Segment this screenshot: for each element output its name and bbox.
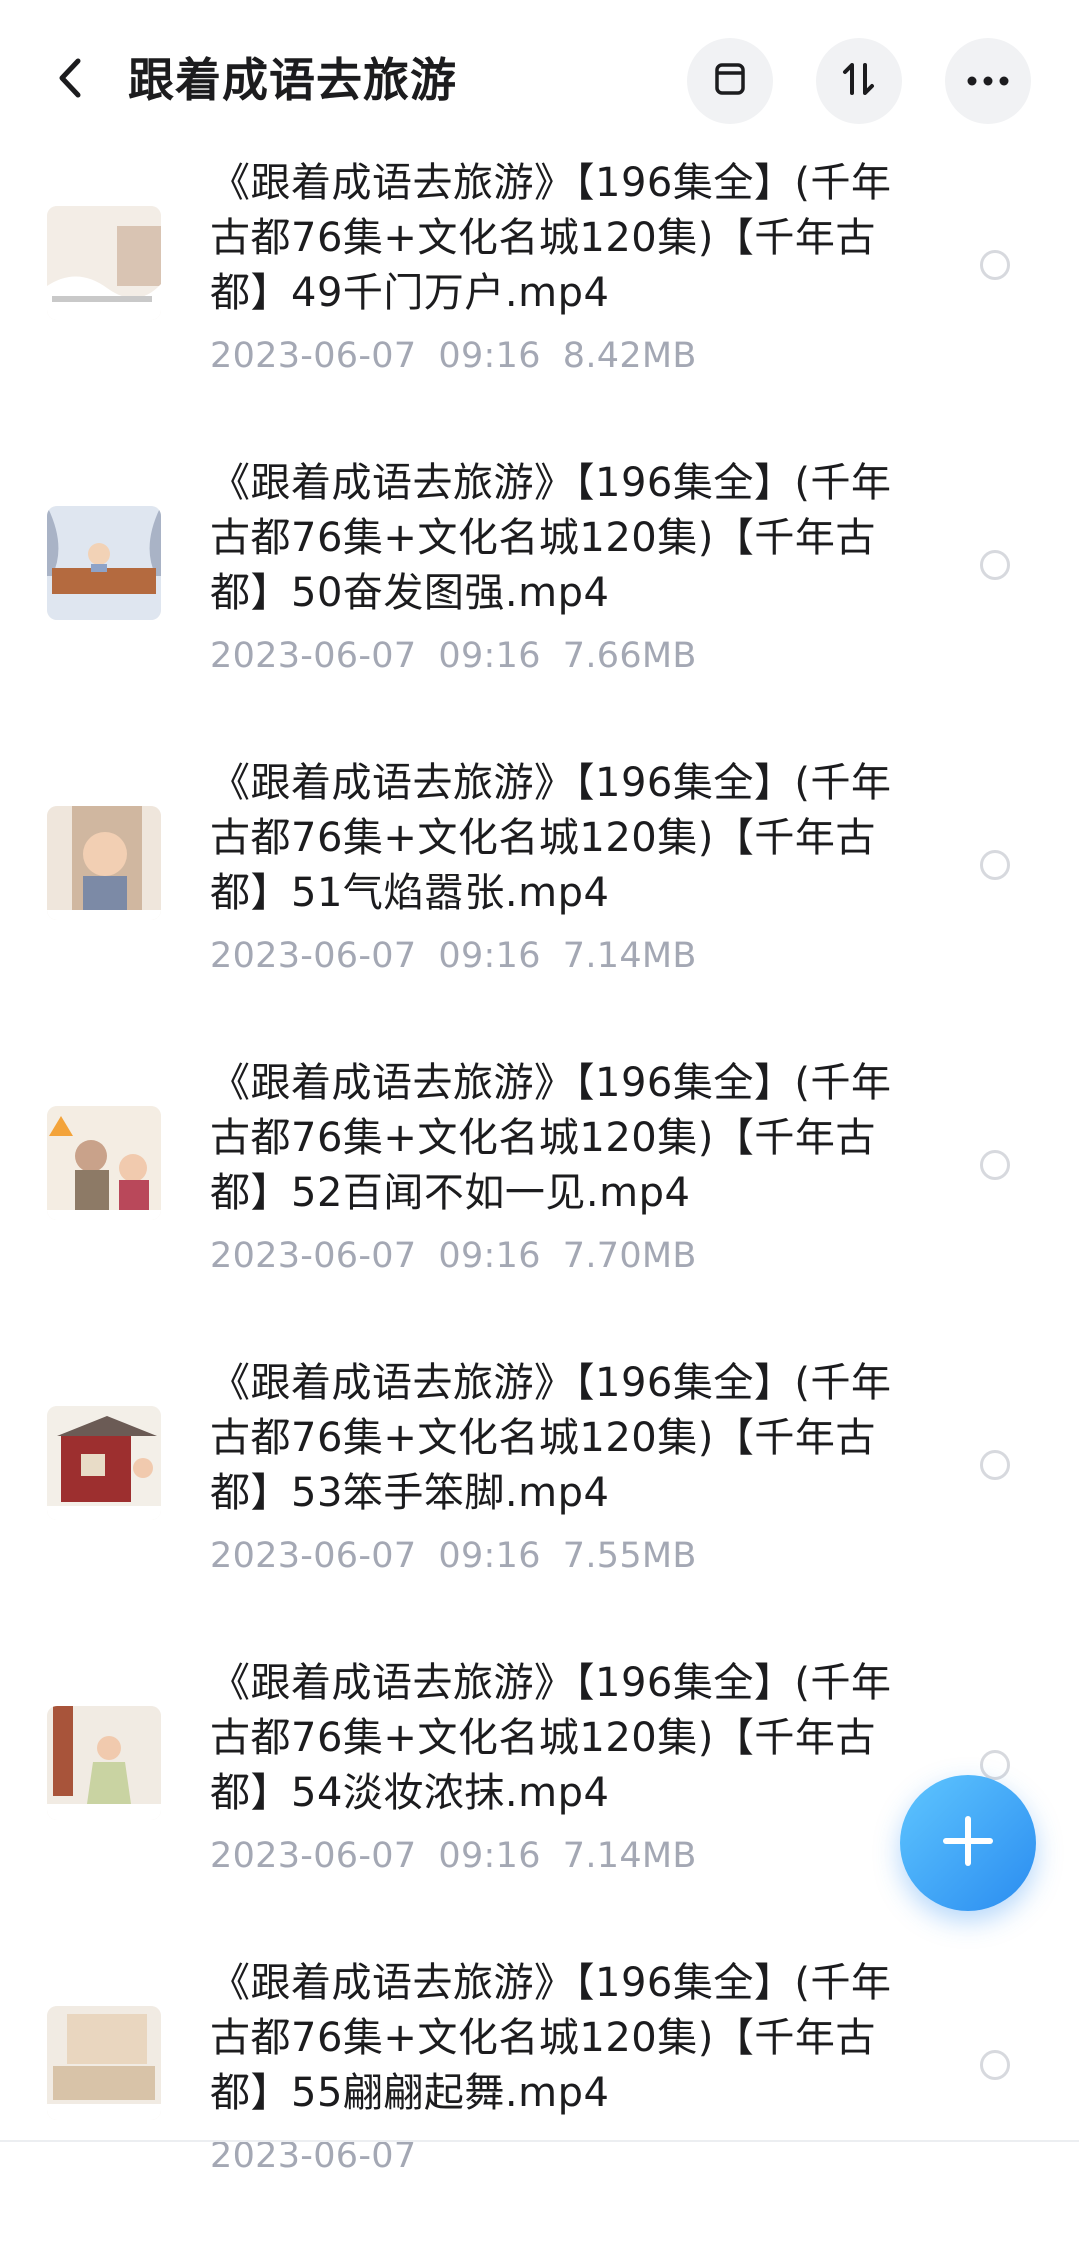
file-name: 《跟着成语去旅游》【196集全】(千年古都76集+文化名城120集)【千年古都】… [210, 760, 892, 916]
file-date: 2023-06-07 [210, 1236, 417, 1276]
select-radio[interactable] [980, 550, 1010, 580]
sort-icon [837, 57, 881, 105]
file-name: 《跟着成语去旅游》【196集全】(千年古都76集+文化名城120集)【千年古都】… [210, 460, 892, 616]
more-icon [966, 72, 1010, 91]
file-date: 2023-06-07 [210, 1836, 417, 1876]
file-meta: 2023-06-07 09:16 7.70MB [210, 1234, 697, 1278]
video-thumbnail [47, 506, 161, 620]
file-meta: 2023-06-07 09:16 7.14MB [210, 1834, 697, 1878]
back-button[interactable] [40, 45, 100, 115]
file-date: 2023-06-07 [210, 936, 417, 976]
more-button[interactable] [945, 38, 1031, 124]
file-size: 7.70MB [562, 1236, 697, 1276]
file-time: 09:16 [438, 1236, 541, 1276]
file-meta: 2023-06-07 09:16 7.55MB [210, 1534, 697, 1578]
file-meta: 2023-06-07 09:16 8.42MB [210, 334, 697, 378]
select-radio[interactable] [980, 1450, 1010, 1480]
select-radio[interactable] [980, 850, 1010, 880]
file-name: 《跟着成语去旅游》【196集全】(千年古都76集+文化名城120集)【千年古都】… [210, 1960, 892, 2116]
file-time: 09:16 [438, 636, 541, 676]
top-bar: 跟着成语去旅游 [0, 0, 1079, 160]
video-thumbnail [47, 206, 161, 320]
file-date: 2023-06-07 [210, 336, 417, 376]
file-meta: 2023-06-07 09:16 7.14MB [210, 934, 697, 978]
select-radio[interactable] [980, 1150, 1010, 1180]
file-date: 2023-06-07 [210, 2136, 417, 2176]
file-name: 《跟着成语去旅游》【196集全】(千年古都76集+文化名城120集)【千年古都】… [210, 1660, 892, 1816]
chevron-left-icon [50, 53, 90, 107]
video-thumbnail [47, 2006, 161, 2120]
video-thumbnail [47, 1106, 161, 1220]
file-time: 09:16 [438, 336, 541, 376]
file-list-item[interactable]: 《跟着成语去旅游》【196集全】(千年古都76集+文化名城120集)【千年古都】… [0, 150, 1079, 450]
file-list-item[interactable]: 《跟着成语去旅游》【196集全】(千年古都76集+文化名城120集)【千年古都】… [0, 1350, 1079, 1650]
plus-icon [940, 1813, 996, 1873]
select-radio[interactable] [980, 2050, 1010, 2080]
file-list-item[interactable]: 《跟着成语去旅游》【196集全】(千年古都76集+文化名城120集)【千年古都】… [0, 450, 1079, 750]
file-size: 8.42MB [562, 336, 697, 376]
file-list-item[interactable]: 《跟着成语去旅游》【196集全】(千年古都76集+文化名城120集)【千年古都】… [0, 1950, 1079, 2250]
file-name: 《跟着成语去旅游》【196集全】(千年古都76集+文化名城120集)【千年古都】… [210, 1060, 892, 1216]
file-size: 7.66MB [562, 636, 697, 676]
file-name: 《跟着成语去旅游》【196集全】(千年古都76集+文化名城120集)【千年古都】… [210, 160, 892, 316]
video-thumbnail [47, 1706, 161, 1820]
file-size: 7.14MB [562, 936, 697, 976]
video-thumbnail [47, 1406, 161, 1520]
file-time: 09:16 [438, 1836, 541, 1876]
file-list-item[interactable]: 《跟着成语去旅游》【196集全】(千年古都76集+文化名城120集)【千年古都】… [0, 1050, 1079, 1350]
select-radio[interactable] [980, 1750, 1010, 1780]
file-date: 2023-06-07 [210, 1536, 417, 1576]
file-time: 09:16 [438, 936, 541, 976]
video-thumbnail [47, 806, 161, 920]
page-title: 跟着成语去旅游 [128, 53, 457, 107]
file-meta: 2023-06-07 09:16 7.66MB [210, 634, 697, 678]
archive-icon [710, 59, 750, 103]
file-size: 7.55MB [562, 1536, 697, 1576]
select-radio[interactable] [980, 250, 1010, 280]
divider [0, 2140, 1079, 2142]
file-name: 《跟着成语去旅游》【196集全】(千年古都76集+文化名城120集)【千年古都】… [210, 1360, 892, 1516]
file-time: 09:16 [438, 1536, 541, 1576]
file-size: 7.14MB [562, 1836, 697, 1876]
add-button[interactable] [900, 1775, 1036, 1911]
file-list-item[interactable]: 《跟着成语去旅游》【196集全】(千年古都76集+文化名城120集)【千年古都】… [0, 750, 1079, 1050]
archive-button[interactable] [687, 38, 773, 124]
sort-button[interactable] [816, 38, 902, 124]
file-date: 2023-06-07 [210, 636, 417, 676]
